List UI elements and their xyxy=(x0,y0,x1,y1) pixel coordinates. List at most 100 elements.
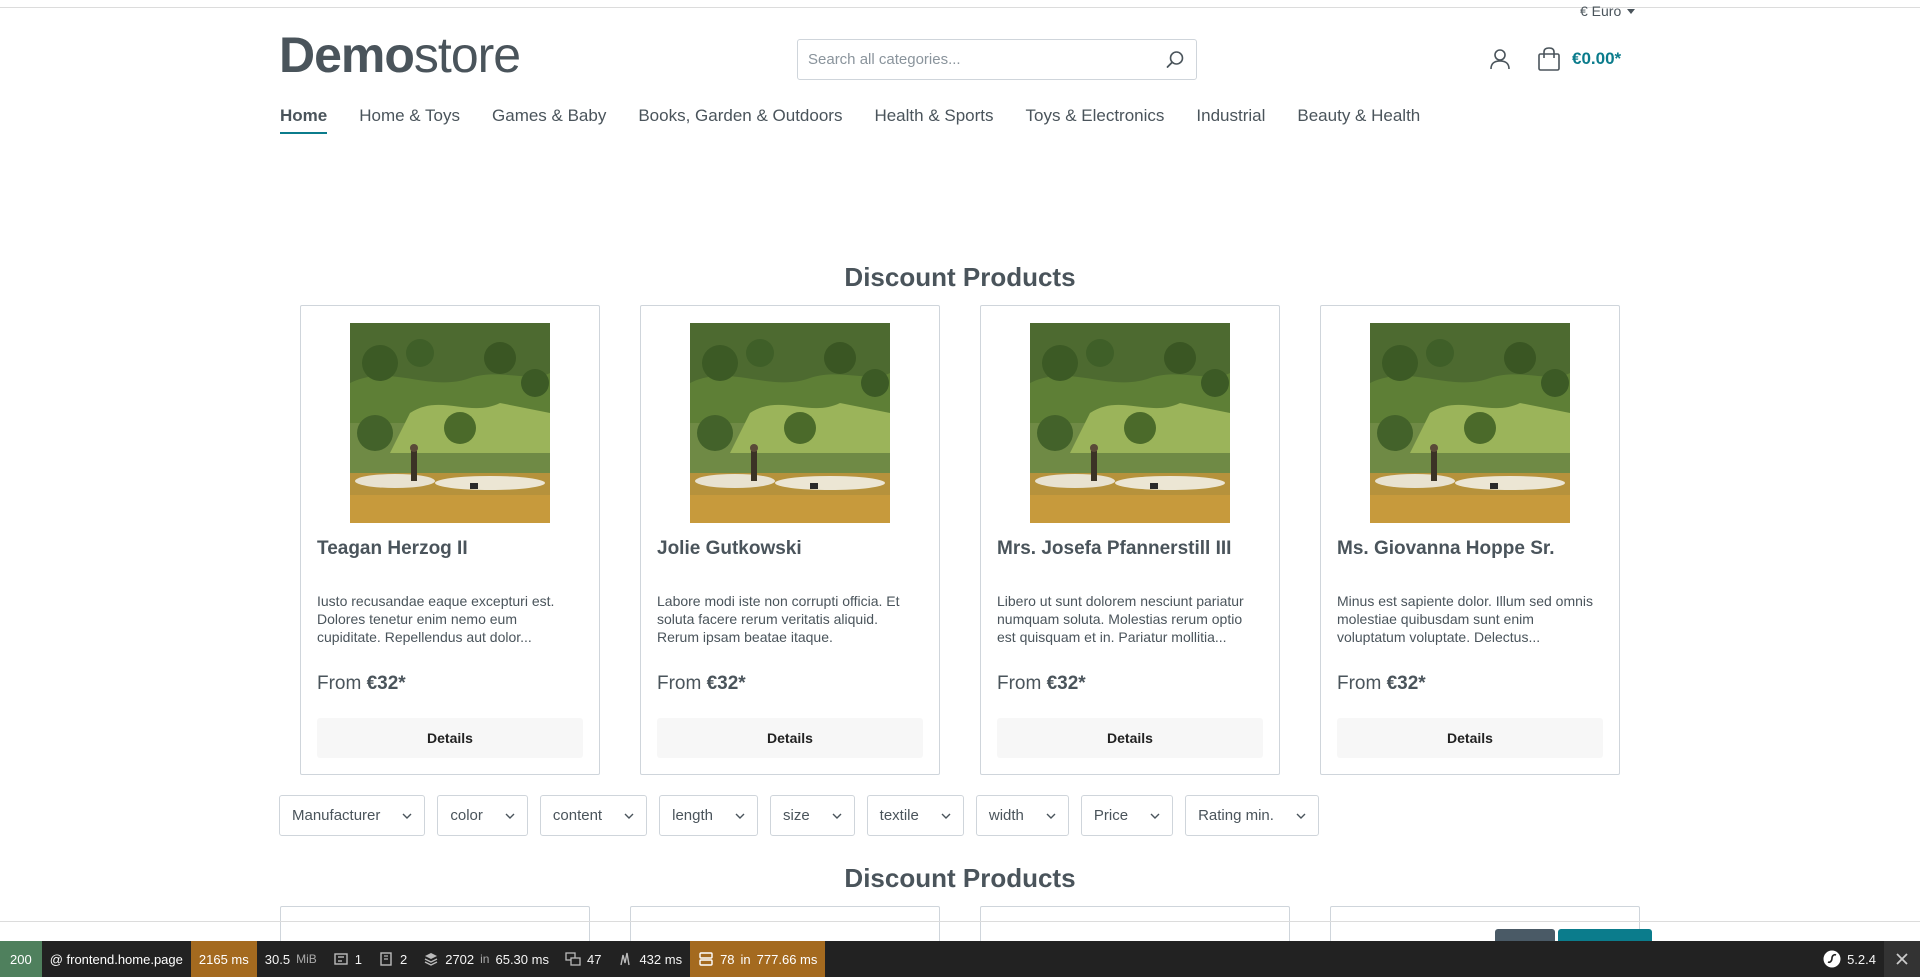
details-button[interactable]: Details xyxy=(1337,718,1603,758)
form-icon xyxy=(334,953,348,965)
debug-toolbar: 200 @ frontend.home.page 2165 ms 30.5 Mi… xyxy=(0,941,1920,977)
cache-time: 777.66 ms xyxy=(756,951,818,967)
product-card[interactable]: Jolie Gutkowski Labore modi iste non cor… xyxy=(640,305,940,775)
logs-count: 2 xyxy=(399,951,408,967)
filter-label: color xyxy=(450,807,483,824)
shopping-bag-icon[interactable] xyxy=(1536,46,1562,72)
secondary-button[interactable] xyxy=(1495,929,1555,941)
filter-label: size xyxy=(782,807,810,824)
product-image[interactable] xyxy=(1370,323,1570,523)
translation-icon xyxy=(565,952,581,966)
product-name[interactable]: Mrs. Josefa Pfannerstill III xyxy=(997,538,1263,560)
product-card[interactable] xyxy=(630,906,940,946)
caret-down-icon xyxy=(1627,9,1636,14)
chevron-down-icon xyxy=(735,813,745,819)
details-button[interactable]: Details xyxy=(997,718,1263,758)
filter-label: textile xyxy=(879,807,919,824)
nav-item-health-sports[interactable]: Health & Sports xyxy=(874,106,993,134)
toolbar-database[interactable]: 2702 in 65.30 ms xyxy=(415,941,557,977)
bottom-divider xyxy=(0,921,1920,922)
nav-item-toys-electronics[interactable]: Toys & Electronics xyxy=(1026,106,1165,134)
filter-price[interactable]: Price xyxy=(1080,795,1174,836)
details-button[interactable]: Details xyxy=(657,718,923,758)
price-prefix: From xyxy=(1337,673,1382,694)
search-input[interactable] xyxy=(808,51,1164,68)
nav-item-beauty-health[interactable]: Beauty & Health xyxy=(1297,106,1420,134)
cache-count: 78 xyxy=(720,951,735,967)
cart-total[interactable]: €0.00* xyxy=(1572,49,1621,69)
translations-count: 47 xyxy=(586,951,602,967)
search-icon[interactable] xyxy=(1164,49,1186,71)
toolbar-status-code[interactable]: 200 xyxy=(0,941,42,977)
toolbar-events[interactable]: 432 ms xyxy=(609,941,690,977)
db-in-label: in xyxy=(480,952,490,966)
log-icon xyxy=(380,952,392,966)
product-card[interactable] xyxy=(280,906,590,946)
toolbar-symfony-version[interactable]: 5.2.4 xyxy=(1815,941,1884,977)
product-name[interactable]: Jolie Gutkowski xyxy=(657,538,923,560)
product-card[interactable] xyxy=(980,906,1290,946)
product-name[interactable]: Ms. Giovanna Hoppe Sr. xyxy=(1337,538,1603,560)
price-value: €32* xyxy=(706,673,746,694)
filter-width[interactable]: width xyxy=(975,795,1069,836)
nav-item-books-garden-outdoors[interactable]: Books, Garden & Outdoors xyxy=(638,106,842,134)
filter-size[interactable]: size xyxy=(769,795,855,836)
db-time: 65.30 ms xyxy=(495,951,549,967)
price-prefix: From xyxy=(317,673,362,694)
nav-item-home[interactable]: Home xyxy=(280,106,328,134)
filter-content[interactable]: content xyxy=(539,795,648,836)
chevron-down-icon xyxy=(832,813,842,819)
chevron-down-icon xyxy=(624,813,634,819)
price-value: €32* xyxy=(1386,673,1426,694)
product-description: Libero ut sunt dolorem nesciunt pariatur… xyxy=(997,593,1244,645)
product-description: Minus est sapiente dolor. Illum sed omni… xyxy=(1337,593,1594,645)
toolbar-close-button[interactable] xyxy=(1884,941,1920,977)
toolbar-translations[interactable]: 47 xyxy=(557,941,609,977)
nav-item-games-baby[interactable]: Games & Baby xyxy=(492,106,606,134)
symfony-version: 5.2.4 xyxy=(1847,951,1876,967)
logo-bold-text: Demo xyxy=(279,27,415,83)
price-value: €32* xyxy=(1046,673,1086,694)
product-price: From €32* xyxy=(657,673,746,695)
section-title-discount-products: Discount Products xyxy=(844,863,1076,893)
filter-manufacturer[interactable]: Manufacturer xyxy=(279,795,426,836)
toolbar-forms[interactable]: 1 xyxy=(325,941,370,977)
toolbar-cache[interactable]: 78 in 777.66 ms xyxy=(690,941,826,977)
filter-label: width xyxy=(988,807,1024,824)
chevron-down-icon xyxy=(402,813,412,819)
product-price: From €32* xyxy=(1337,673,1426,695)
chevron-down-icon xyxy=(505,813,515,819)
search-box[interactable] xyxy=(797,39,1197,80)
database-icon xyxy=(424,953,438,966)
toolbar-logs[interactable]: 2 xyxy=(370,941,415,977)
product-image[interactable] xyxy=(350,323,550,523)
toolbar-route[interactable]: @ frontend.home.page xyxy=(42,941,191,977)
product-card[interactable]: Mrs. Josefa Pfannerstill III Libero ut s… xyxy=(980,305,1280,775)
product-price: From €32* xyxy=(997,673,1086,695)
filter-textile[interactable]: textile xyxy=(866,795,964,836)
memory-value: 30.5 xyxy=(264,951,291,967)
filter-length[interactable]: length xyxy=(659,795,758,836)
product-description: Labore modi iste non corrupti officia. E… xyxy=(657,593,900,645)
product-card[interactable]: Ms. Giovanna Hoppe Sr. Minus est sapient… xyxy=(1320,305,1620,775)
details-button[interactable]: Details xyxy=(317,718,583,758)
nav-item-industrial[interactable]: Industrial xyxy=(1196,106,1265,134)
store-logo[interactable]: Demostore xyxy=(279,27,521,83)
currency-switcher[interactable]: € Euro xyxy=(1580,3,1636,19)
product-image[interactable] xyxy=(690,323,890,523)
product-card[interactable]: Teagan Herzog II Iusto recusandae eaque … xyxy=(300,305,600,775)
product-image[interactable] xyxy=(1030,323,1230,523)
filter-color[interactable]: color xyxy=(437,795,528,836)
toolbar-request-time[interactable]: 2165 ms xyxy=(190,941,257,977)
account-icon[interactable] xyxy=(1488,47,1512,71)
primary-button[interactable] xyxy=(1558,929,1652,941)
logo-light-text: store xyxy=(413,27,521,83)
filter-rating-min[interactable]: Rating min. xyxy=(1185,795,1319,836)
chevron-down-icon xyxy=(941,813,951,819)
product-description: Iusto recusandae eaque excepturi est. Do… xyxy=(317,593,555,645)
toolbar-memory[interactable]: 30.5 MiB xyxy=(257,941,325,977)
product-name[interactable]: Teagan Herzog II xyxy=(317,538,583,560)
symfony-logo-icon xyxy=(1823,950,1841,968)
filter-label: content xyxy=(552,807,603,824)
nav-item-home-toys[interactable]: Home & Toys xyxy=(359,106,460,134)
